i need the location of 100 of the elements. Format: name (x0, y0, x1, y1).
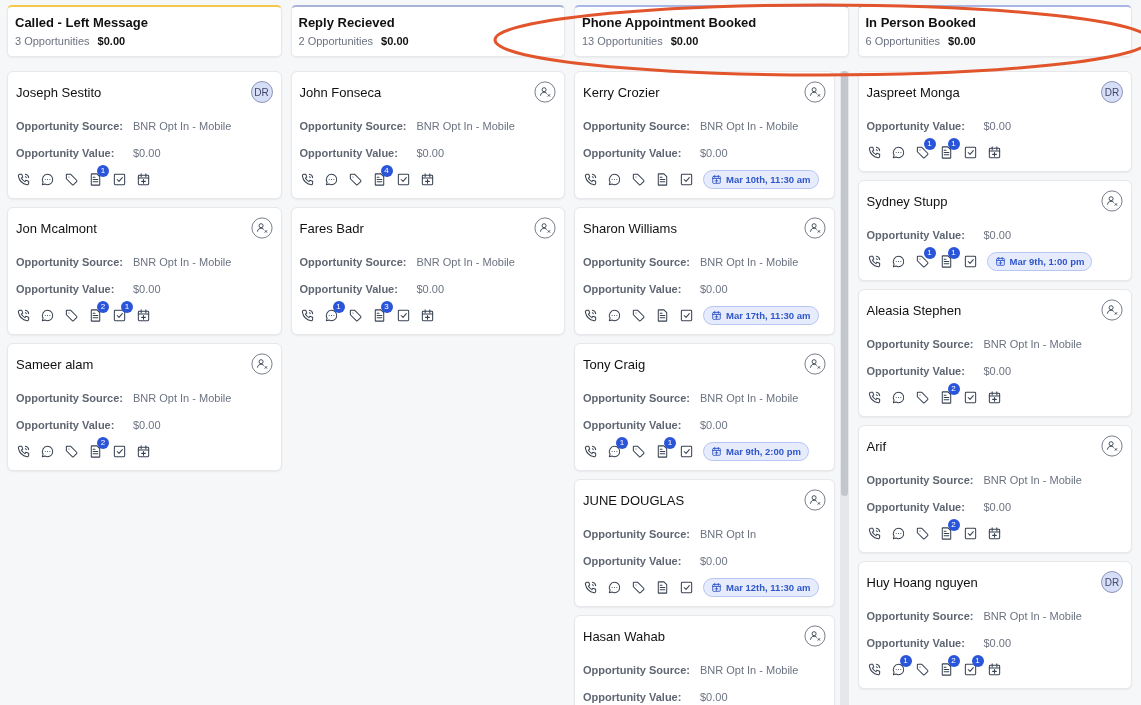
checkbox-icon[interactable] (112, 171, 127, 187)
unassigned-user-icon[interactable] (1101, 435, 1123, 457)
chat-bubble-icon[interactable] (890, 144, 906, 160)
phone-icon[interactable] (299, 171, 315, 187)
phone-icon[interactable] (583, 579, 598, 595)
calendar-add-icon[interactable] (136, 171, 151, 187)
chat-bubble-icon[interactable] (40, 443, 55, 459)
note-icon[interactable] (88, 307, 103, 323)
calendar-add-icon[interactable] (136, 443, 151, 459)
opportunity-card[interactable]: John Fonseca Opportunity Source: BNR Opt In - Mobile Opportunity Value: $0.00 4 (290, 71, 565, 199)
assignee-avatar[interactable]: DR (1101, 81, 1123, 103)
chat-bubble-icon[interactable] (323, 307, 339, 323)
phone-icon[interactable] (866, 661, 882, 677)
note-icon[interactable] (88, 443, 103, 459)
phone-icon[interactable] (583, 171, 598, 187)
appointment-pill[interactable]: Mar 10th, 11:30 am (703, 169, 819, 189)
calendar-add-icon[interactable] (986, 389, 1002, 405)
note-icon[interactable] (88, 171, 103, 187)
appointment-pill[interactable]: Mar 12th, 11:30 am (703, 577, 819, 597)
chat-bubble-icon[interactable] (890, 389, 906, 405)
unassigned-user-icon[interactable] (803, 489, 826, 511)
unassigned-user-icon[interactable] (534, 217, 556, 239)
chat-bubble-icon[interactable] (607, 171, 622, 187)
checkbox-icon[interactable] (679, 443, 694, 459)
tag-icon[interactable] (64, 443, 79, 459)
appointment-pill[interactable]: Mar 17th, 11:30 am (703, 305, 819, 325)
checkbox-icon[interactable] (962, 525, 978, 541)
unassigned-user-icon[interactable] (1101, 190, 1123, 212)
opportunity-card[interactable]: Sharon Williams Opportunity Source: BNR Opt In - Mobile Opportunity Value: $0.00 Mar 17th, 11:30 am (574, 207, 835, 335)
chat-bubble-icon[interactable] (607, 443, 622, 459)
phone-icon[interactable] (866, 525, 882, 541)
note-icon[interactable] (655, 171, 670, 187)
unassigned-user-icon[interactable] (803, 625, 826, 647)
opportunity-card[interactable]: Tony Craig Opportunity Source: BNR Opt In - Mobile Opportunity Value: $0.00 1 1 Mar 9th, 2:00 pm (574, 343, 835, 471)
checkbox-icon[interactable] (112, 443, 127, 459)
chat-bubble-icon[interactable] (40, 307, 55, 323)
opportunity-card[interactable]: Huy Hoang nguyen DR Opportunity Source: BNR Opt In - Mobile Opportunity Value: $0.00 1 2 1 (857, 561, 1132, 689)
checkbox-icon[interactable] (112, 307, 127, 323)
tag-icon[interactable] (631, 579, 646, 595)
phone-icon[interactable] (866, 144, 882, 160)
unassigned-user-icon[interactable] (803, 81, 826, 103)
checkbox-icon[interactable] (962, 253, 978, 269)
tag-icon[interactable] (631, 307, 646, 323)
phone-icon[interactable] (583, 307, 598, 323)
appointment-pill[interactable]: Mar 9th, 1:00 pm (986, 251, 1093, 271)
phone-icon[interactable] (299, 307, 315, 323)
checkbox-icon[interactable] (962, 389, 978, 405)
tag-icon[interactable] (914, 389, 930, 405)
assignee-avatar[interactable]: DR (250, 81, 273, 103)
phone-icon[interactable] (866, 389, 882, 405)
opportunity-card[interactable]: Sydney Stupp Opportunity Value: $0.00 1 1 Mar 9th, 1:00 pm (857, 180, 1132, 281)
assignee-avatar[interactable]: DR (1101, 571, 1123, 593)
opportunity-card[interactable]: Hasan Wahab Opportunity Source: BNR Opt In - Mobile Opportunity Value: $0.00 (574, 615, 835, 705)
opportunity-card[interactable]: Fares Badr Opportunity Source: BNR Opt In - Mobile Opportunity Value: $0.00 1 3 (290, 207, 565, 335)
tag-icon[interactable] (64, 307, 79, 323)
unassigned-user-icon[interactable] (250, 217, 273, 239)
scrollbar-thumb[interactable] (840, 71, 848, 496)
unassigned-user-icon[interactable] (534, 81, 556, 103)
appointment-pill[interactable]: Mar 9th, 2:00 pm (703, 441, 809, 461)
tag-icon[interactable] (347, 307, 363, 323)
phone-icon[interactable] (583, 443, 598, 459)
chat-bubble-icon[interactable] (323, 171, 339, 187)
opportunity-card[interactable]: JUNE DOUGLAS Opportunity Source: BNR Opt In Opportunity Value: $0.00 Mar 12th, 11:30 am (574, 479, 835, 607)
tag-icon[interactable] (914, 253, 930, 269)
opportunity-card[interactable]: Sameer alam Opportunity Source: BNR Opt In - Mobile Opportunity Value: $0.00 2 (7, 343, 282, 471)
unassigned-user-icon[interactable] (250, 353, 273, 375)
checkbox-icon[interactable] (679, 171, 694, 187)
unassigned-user-icon[interactable] (803, 353, 826, 375)
tag-icon[interactable] (914, 144, 930, 160)
opportunity-card[interactable]: Jon Mcalmont Opportunity Source: BNR Opt In - Mobile Opportunity Value: $0.00 2 1 (7, 207, 282, 335)
opportunity-card[interactable]: Kerry Crozier Opportunity Source: BNR Opt In - Mobile Opportunity Value: $0.00 Mar 10th, 11:30 am (574, 71, 835, 199)
unassigned-user-icon[interactable] (803, 217, 826, 239)
chat-bubble-icon[interactable] (607, 579, 622, 595)
tag-icon[interactable] (914, 661, 930, 677)
opportunity-card[interactable]: Arif Opportunity Source: BNR Opt In - Mobile Opportunity Value: $0.00 2 (857, 425, 1132, 553)
chat-bubble-icon[interactable] (40, 171, 55, 187)
calendar-add-icon[interactable] (986, 661, 1002, 677)
checkbox-icon[interactable] (962, 144, 978, 160)
calendar-add-icon[interactable] (986, 525, 1002, 541)
checkbox-icon[interactable] (395, 171, 411, 187)
opportunity-card[interactable]: Jaspreet Monga DR Opportunity Value: $0.00 1 1 (857, 71, 1132, 172)
phone-icon[interactable] (16, 443, 31, 459)
note-icon[interactable] (655, 443, 670, 459)
checkbox-icon[interactable] (395, 307, 411, 323)
note-icon[interactable] (655, 307, 670, 323)
checkbox-icon[interactable] (679, 307, 694, 323)
tag-icon[interactable] (64, 171, 79, 187)
phone-icon[interactable] (16, 307, 31, 323)
phone-icon[interactable] (16, 171, 31, 187)
calendar-add-icon[interactable] (986, 144, 1002, 160)
chat-bubble-icon[interactable] (890, 253, 906, 269)
opportunity-card[interactable]: Joseph Sestito DR Opportunity Source: BNR Opt In - Mobile Opportunity Value: $0.00 1 (7, 71, 282, 199)
checkbox-icon[interactable] (962, 661, 978, 677)
unassigned-user-icon[interactable] (1101, 299, 1123, 321)
checkbox-icon[interactable] (679, 579, 694, 595)
calendar-add-icon[interactable] (419, 307, 435, 323)
opportunity-card[interactable]: Aleasia Stephen Opportunity Source: BNR Opt In - Mobile Opportunity Value: $0.00 2 (857, 289, 1132, 417)
note-icon[interactable] (655, 579, 670, 595)
calendar-add-icon[interactable] (136, 307, 151, 323)
tag-icon[interactable] (347, 171, 363, 187)
